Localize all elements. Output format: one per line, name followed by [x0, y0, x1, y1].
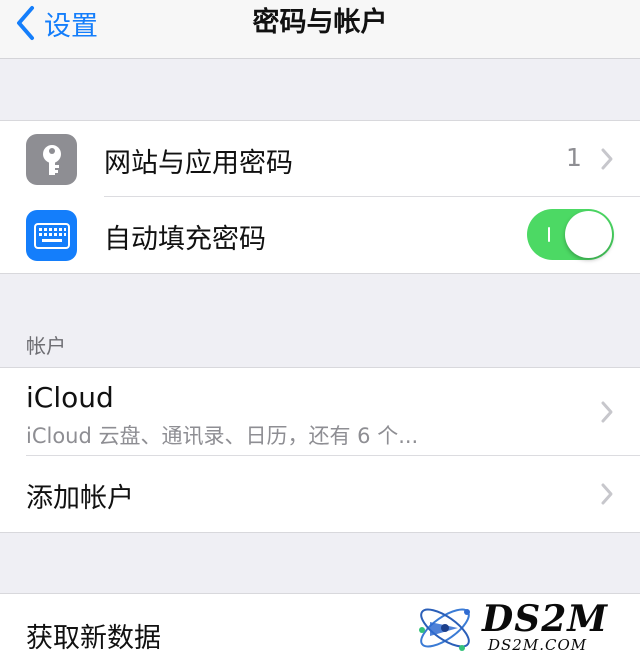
- navigation-bar: 设置 密码与帐户: [0, 0, 640, 59]
- password-count: 1: [566, 143, 582, 172]
- icloud-title: iCloud: [26, 381, 114, 414]
- passwords-group: 网站与应用密码 1 自动填充密码: [0, 120, 640, 274]
- key-icon: [26, 134, 77, 185]
- chevron-right-icon: [601, 148, 613, 170]
- add-account-label: 添加帐户: [26, 483, 134, 514]
- atom-logo-icon: [419, 608, 470, 651]
- website-passwords-row[interactable]: 网站与应用密码 1: [0, 121, 640, 197]
- settings-page: 设置 密码与帐户 网站与应用密码 1 自动填充密码 帐户 iCloud iClo…: [0, 0, 640, 664]
- page-title: 密码与帐户: [252, 7, 388, 38]
- chevron-right-icon: [601, 483, 613, 505]
- accounts-group: iCloud iCloud 云盘、通讯录、日历，还有 6 个... 添加帐户: [0, 367, 640, 533]
- accounts-section-header: 帐户: [26, 334, 66, 358]
- icloud-row[interactable]: iCloud iCloud 云盘、通讯录、日历，还有 6 个...: [0, 368, 640, 456]
- add-account-row[interactable]: 添加帐户: [0, 456, 640, 532]
- chevron-right-icon: [601, 401, 613, 423]
- fetch-new-data-label: 获取新数据: [26, 623, 161, 654]
- keyboard-icon: [26, 210, 77, 261]
- watermark-logo: DS2M DS2M.COM: [412, 592, 640, 664]
- icloud-subtitle: iCloud 云盘、通讯录、日历，还有 6 个...: [26, 424, 419, 448]
- autofill-toggle[interactable]: [527, 209, 614, 260]
- autofill-row: 自动填充密码: [0, 197, 640, 273]
- autofill-label: 自动填充密码: [104, 224, 266, 255]
- toggle-knob: [565, 211, 612, 258]
- watermark-main-text: DS2M: [482, 598, 609, 640]
- website-passwords-label: 网站与应用密码: [104, 148, 293, 179]
- toggle-on-indicator: [548, 227, 550, 242]
- watermark-sub-text: DS2M.COM: [488, 636, 588, 654]
